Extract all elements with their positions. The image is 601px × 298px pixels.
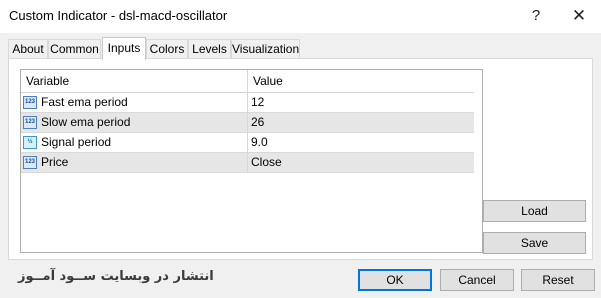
table-row[interactable]: 123 Fast ema period 12: [21, 93, 474, 113]
tab-colors[interactable]: Colors: [146, 39, 188, 58]
close-button[interactable]: ✕: [563, 2, 595, 30]
cell-divider: [247, 133, 248, 152]
param-name: Fast ema period: [41, 95, 128, 109]
tab-visualization[interactable]: Visualization: [231, 39, 300, 58]
title-bar[interactable]: Custom Indicator - dsl-macd-oscillator ?…: [0, 0, 601, 33]
param-value[interactable]: 9.0: [251, 133, 268, 152]
param-value[interactable]: 26: [251, 113, 264, 132]
enum-param-icon: 123: [23, 156, 37, 169]
cell-divider: [247, 93, 248, 112]
inputs-grid: Variable Value 123 Fast ema period 12 12…: [20, 69, 483, 253]
tab-about[interactable]: About: [8, 39, 48, 58]
integer-param-icon: 123: [23, 96, 37, 109]
cancel-button[interactable]: Cancel: [440, 269, 514, 291]
param-name: Signal period: [41, 135, 112, 149]
reset-button[interactable]: Reset: [521, 269, 595, 291]
window-title: Custom Indicator - dsl-macd-oscillator: [9, 8, 228, 23]
tab-levels[interactable]: Levels: [188, 39, 231, 58]
save-button[interactable]: Save: [483, 232, 586, 254]
watermark-text: انتشار در وبسایت ســود آمــوز: [18, 269, 214, 284]
table-row[interactable]: ½ Signal period 9.0: [21, 133, 474, 153]
column-header-variable[interactable]: Variable: [21, 70, 247, 92]
grid-header: Variable Value: [21, 70, 474, 93]
help-button[interactable]: ?: [520, 2, 552, 30]
integer-param-icon: 123: [23, 116, 37, 129]
inputs-panel: Variable Value 123 Fast ema period 12 12…: [8, 58, 593, 260]
ok-button[interactable]: OK: [358, 269, 432, 291]
double-param-icon: ½: [23, 136, 37, 149]
cell-divider: [247, 153, 248, 172]
tab-inputs[interactable]: Inputs: [102, 37, 146, 60]
load-button[interactable]: Load: [483, 200, 586, 222]
custom-indicator-dialog: Custom Indicator - dsl-macd-oscillator ?…: [0, 0, 601, 298]
param-value[interactable]: Close: [251, 153, 282, 172]
table-row[interactable]: 123 Price Close: [21, 153, 474, 173]
param-value[interactable]: 12: [251, 93, 264, 112]
cell-divider: [247, 113, 248, 132]
table-row[interactable]: 123 Slow ema period 26: [21, 113, 474, 133]
column-header-value[interactable]: Value: [248, 70, 474, 92]
tab-common[interactable]: Common: [48, 39, 101, 58]
param-name: Price: [41, 155, 69, 169]
param-name: Slow ema period: [41, 115, 131, 129]
